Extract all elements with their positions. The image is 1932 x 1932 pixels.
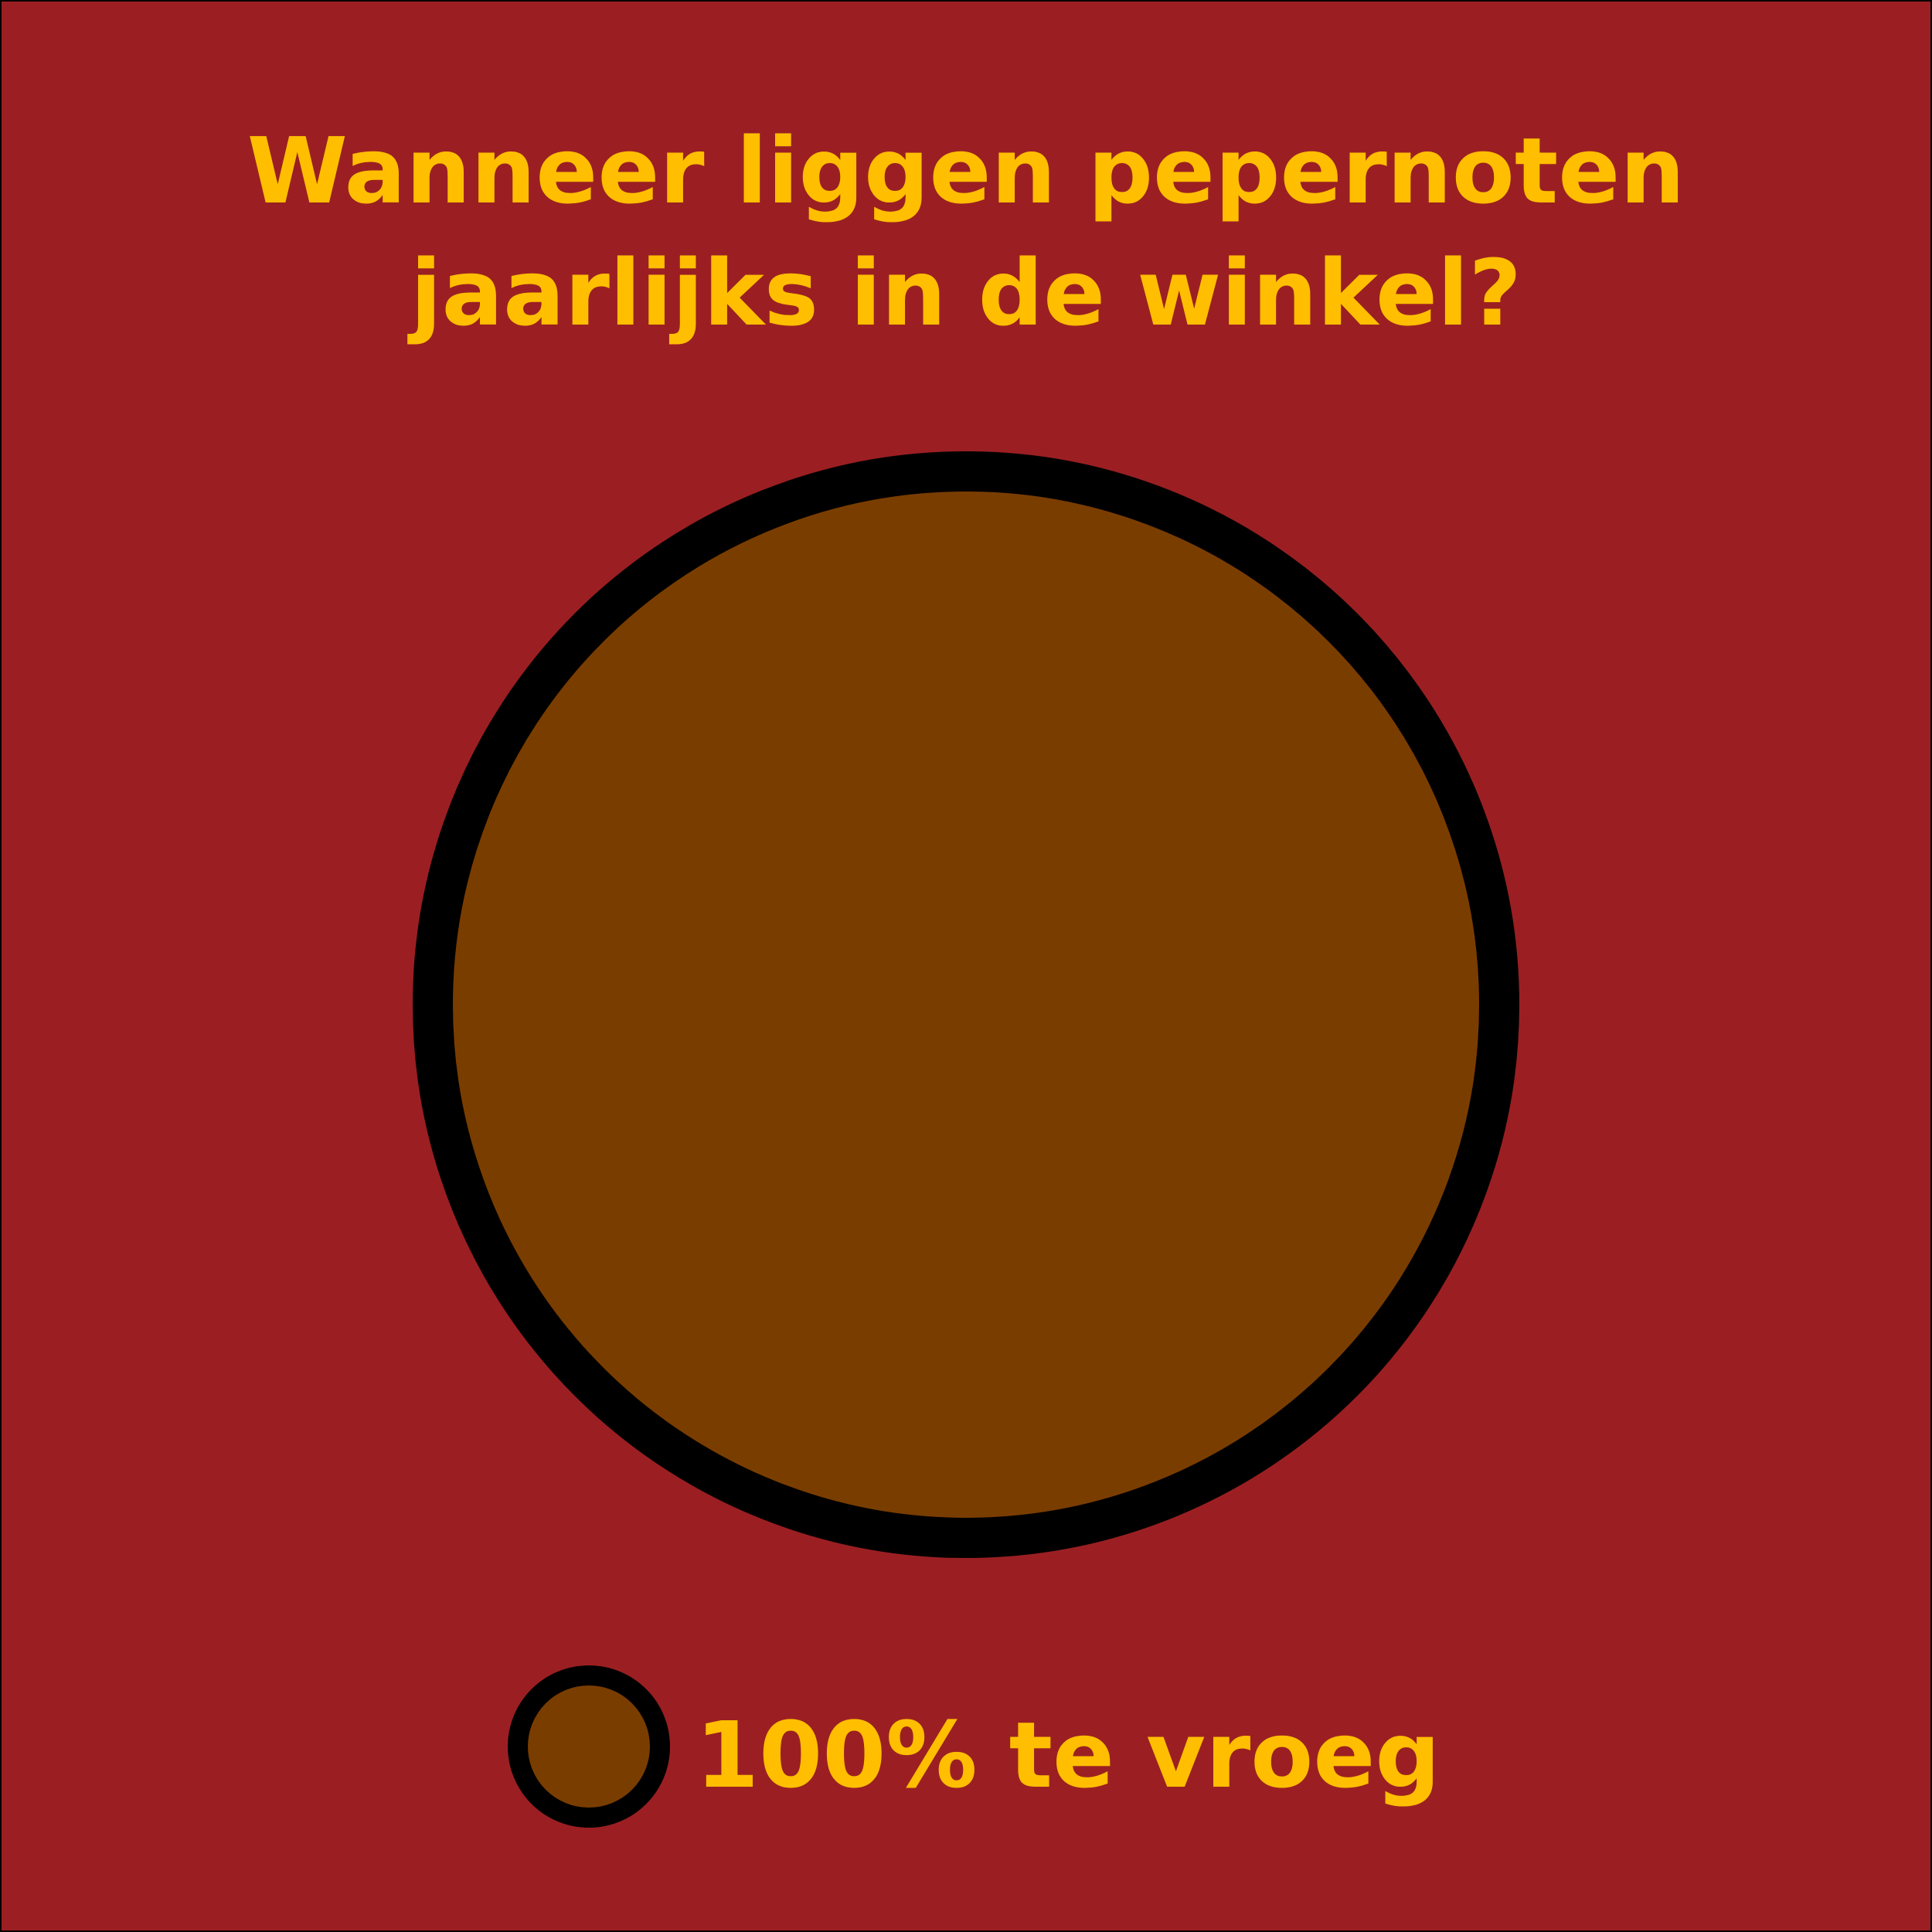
pie-chart-panel: Wanneer liggen pepernoten jaarlijks in d… [0,0,1932,1932]
pie-chart: Wanneer liggen pepernoten jaarlijks in d… [0,0,1932,1932]
chart-title-line-2: jaarlijks in de winkel? [407,240,1522,346]
pie-slice-100-te-vroeg [413,451,1519,1558]
legend-label: 100% te vroeg [696,1702,1440,1808]
pie-slices [413,451,1519,1558]
legend-swatch-te-vroeg [508,1665,670,1828]
chart-title-line-1: Wanneer liggen pepernoten [247,117,1685,224]
